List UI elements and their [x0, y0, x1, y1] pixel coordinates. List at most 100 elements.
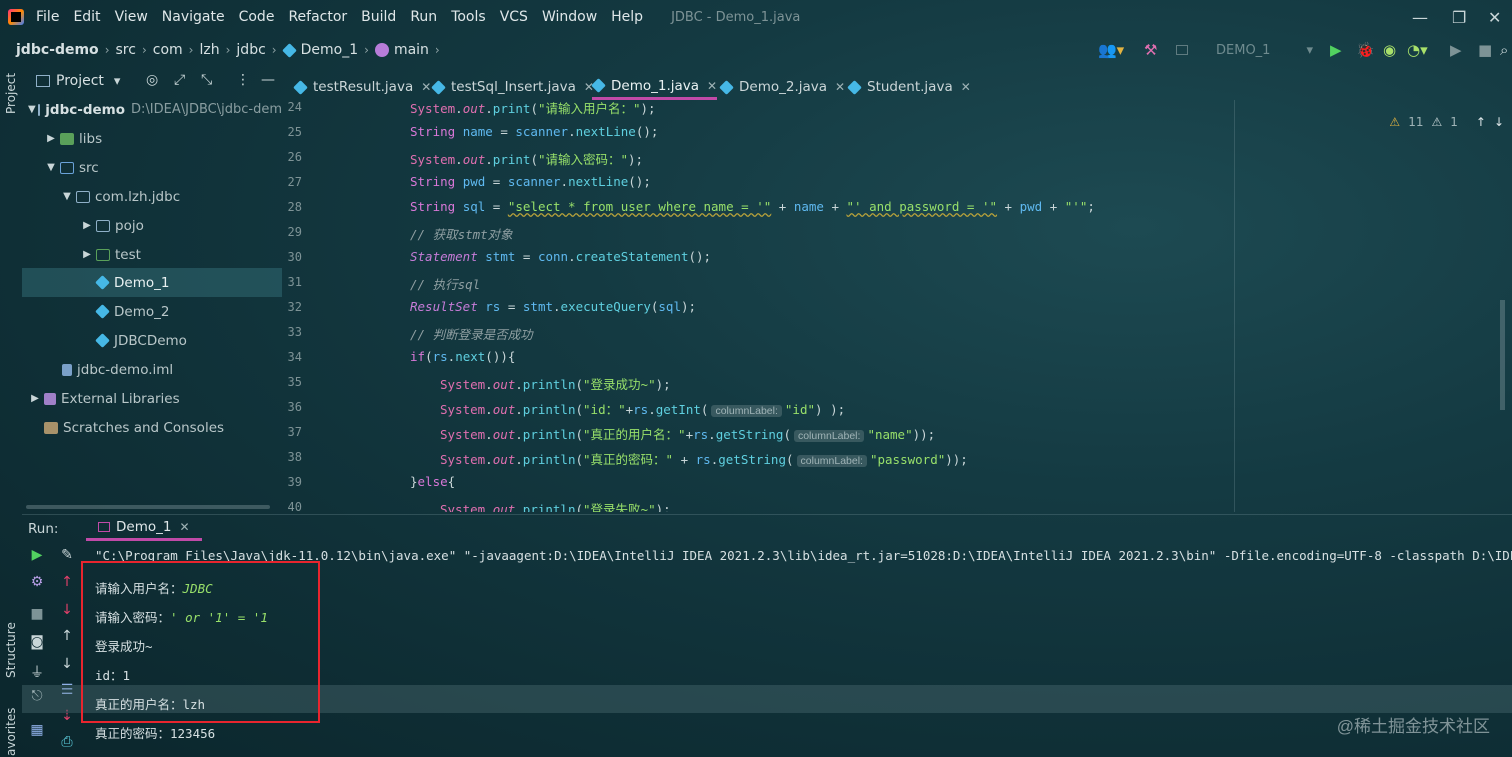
code-line: Statement stmt = conn.createStatement(); [410, 249, 712, 264]
intellij-logo-icon[interactable] [8, 9, 24, 25]
collapse-all-icon[interactable]: ⤡ [201, 72, 212, 88]
menu-view[interactable]: View [115, 9, 148, 25]
tree-item-demo2[interactable]: Demo_2 [22, 297, 282, 326]
tab-testsql-insert[interactable]: testSql_Insert.java ✕ [431, 74, 594, 100]
debug-icon[interactable]: 🐞 [1356, 41, 1375, 59]
tree-label: JDBCDemo [114, 332, 187, 349]
code-line: System.out.println("登录成功~"); [440, 377, 671, 392]
breadcrumb-com[interactable]: com [153, 42, 183, 58]
project-view-select[interactable]: Project [56, 73, 104, 89]
chevron-right-icon: › [188, 43, 194, 57]
menu-help[interactable]: Help [611, 9, 643, 25]
menu-code[interactable]: Code [239, 9, 275, 25]
tab-student[interactable]: Student.java ✕ [847, 74, 971, 100]
tree-item-package[interactable]: ▼ com.lzh.jdbc [22, 182, 282, 211]
project-tool-tab[interactable]: Project [4, 73, 18, 114]
tab-demo2[interactable]: Demo_2.java ✕ [719, 74, 845, 100]
horizontal-scrollbar[interactable] [26, 505, 270, 509]
tree-item-iml[interactable]: jdbc-demo.iml [22, 355, 282, 384]
tree-item-src[interactable]: ▼ src [22, 153, 282, 182]
chevron-down-icon: ▾ [1306, 42, 1313, 58]
breadcrumb-lzh[interactable]: lzh [199, 42, 219, 58]
window-title: JDBC - Demo_1.java [671, 9, 801, 25]
stop-icon[interactable]: ▶ [1450, 41, 1462, 59]
expand-all-icon[interactable]: ⤢ [174, 72, 185, 88]
print-icon[interactable]: ⎙ [58, 734, 76, 750]
breadcrumb-class[interactable]: Demo_1 [301, 42, 359, 58]
inlay-hint: columnLabel: [793, 430, 865, 442]
vertical-scrollbar[interactable] [1500, 300, 1505, 410]
minimize-icon[interactable]: — [1412, 8, 1428, 27]
close-window-icon[interactable]: ✕ [1488, 8, 1501, 27]
layout-icon[interactable]: ▦ [28, 722, 46, 738]
line-number: 31 [287, 275, 302, 289]
tree-item-pojo[interactable]: ▶ pojo [22, 211, 282, 240]
profile-icon[interactable]: ◔▾ [1407, 41, 1428, 59]
breadcrumb-project[interactable]: jdbc-demo [16, 42, 99, 58]
breadcrumb-method[interactable]: main [394, 42, 429, 58]
structure-tool-tab[interactable]: Structure [4, 622, 18, 678]
string-literal: "真正的密码：" [583, 452, 674, 467]
run-icon[interactable]: ▶ [1330, 41, 1342, 59]
comment: // 判断登录是否成功 [410, 327, 533, 342]
close-icon[interactable]: ✕ [421, 80, 431, 94]
tab-testresult[interactable]: testResult.java ✕ [293, 74, 431, 100]
tree-item-scratches[interactable]: Scratches and Consoles [22, 413, 282, 442]
breadcrumb-jdbc[interactable]: jdbc [236, 42, 265, 58]
string-literal: "'" [1064, 199, 1088, 214]
rerun-icon[interactable]: ▶ [28, 547, 46, 563]
run-tab-label: Demo_1 [116, 518, 172, 535]
run-tab-demo1[interactable]: Demo_1 ✕ [86, 515, 202, 541]
favorites-tool-tab[interactable]: avorites [4, 708, 18, 756]
tree-item-jdbcdemo[interactable]: JDBCDemo [22, 326, 282, 355]
arrow-up-icon[interactable]: ↑ [58, 574, 76, 590]
locate-icon[interactable]: ◎ [146, 72, 158, 88]
breadcrumb-src[interactable]: src [116, 42, 136, 58]
menu-tools[interactable]: Tools [451, 9, 486, 25]
stop-square-icon[interactable]: ■ [1478, 41, 1492, 59]
run-config-select[interactable]: DEMO_1 ▾ [1176, 40, 1316, 60]
tree-item-test[interactable]: ▶ test [22, 240, 282, 269]
menu-build[interactable]: Build [361, 9, 396, 25]
menu-window[interactable]: Window [542, 9, 597, 25]
maximize-icon[interactable]: ❐ [1452, 8, 1466, 27]
plug-icon[interactable]: ⏚ [28, 662, 46, 682]
hide-icon[interactable]: — [261, 72, 275, 88]
scroll-down-icon[interactable]: ↓ [58, 656, 76, 672]
settings-gear-icon[interactable]: ⚙ [28, 574, 46, 590]
arrow-down-icon[interactable]: ↓ [58, 602, 76, 618]
user-icon[interactable]: 👥▾ [1098, 41, 1124, 59]
coverage-icon[interactable]: ◉ [1383, 41, 1396, 59]
config-icon [1176, 45, 1188, 55]
camera-icon[interactable]: ◙ [28, 634, 46, 650]
menu-navigate[interactable]: Navigate [162, 9, 225, 25]
build-hammer-icon[interactable]: ⚒ [1144, 41, 1157, 59]
close-icon[interactable]: ✕ [707, 79, 717, 93]
tree-item-project-root[interactable]: ▼ jdbc-demo D:\IDEA\JDBC\jdbc-dem [22, 95, 282, 124]
package-icon [76, 190, 90, 203]
tab-demo1[interactable]: Demo_1.java ✕ [591, 74, 718, 100]
menu-run[interactable]: Run [410, 9, 437, 25]
close-icon[interactable]: ✕ [835, 80, 845, 94]
menu-refactor[interactable]: Refactor [288, 9, 347, 25]
code-editor[interactable]: 24 System.out.print("请输入用户名："); 25 Strin… [284, 100, 1512, 512]
scroll-up-icon[interactable]: ↑ [58, 628, 76, 644]
tree-item-external-libraries[interactable]: ▶ External Libraries [22, 384, 282, 413]
menu-vcs[interactable]: VCS [500, 9, 528, 25]
stop-square-icon[interactable]: ■ [28, 606, 46, 622]
string-literal: "id：" [583, 402, 626, 417]
tree-item-demo1[interactable]: Demo_1 [22, 268, 282, 297]
menu-file[interactable]: File [36, 9, 59, 25]
edit-config-icon[interactable]: ✎ [58, 547, 76, 563]
string-literal: "请输入用户名：" [537, 101, 641, 116]
java-class-icon [847, 79, 862, 95]
close-icon[interactable]: ✕ [179, 520, 189, 534]
close-icon[interactable]: ✕ [961, 80, 971, 94]
options-icon[interactable]: ⋮ [236, 72, 250, 88]
tree-item-libs[interactable]: ▶ libs [22, 124, 282, 153]
chevron-down-icon[interactable]: ▾ [114, 74, 121, 89]
code-line: String pwd = scanner.nextLine(); [410, 174, 651, 189]
menu-edit[interactable]: Edit [73, 9, 100, 25]
tree-label: libs [79, 130, 103, 147]
search-icon[interactable]: ⌕ [1500, 41, 1508, 59]
